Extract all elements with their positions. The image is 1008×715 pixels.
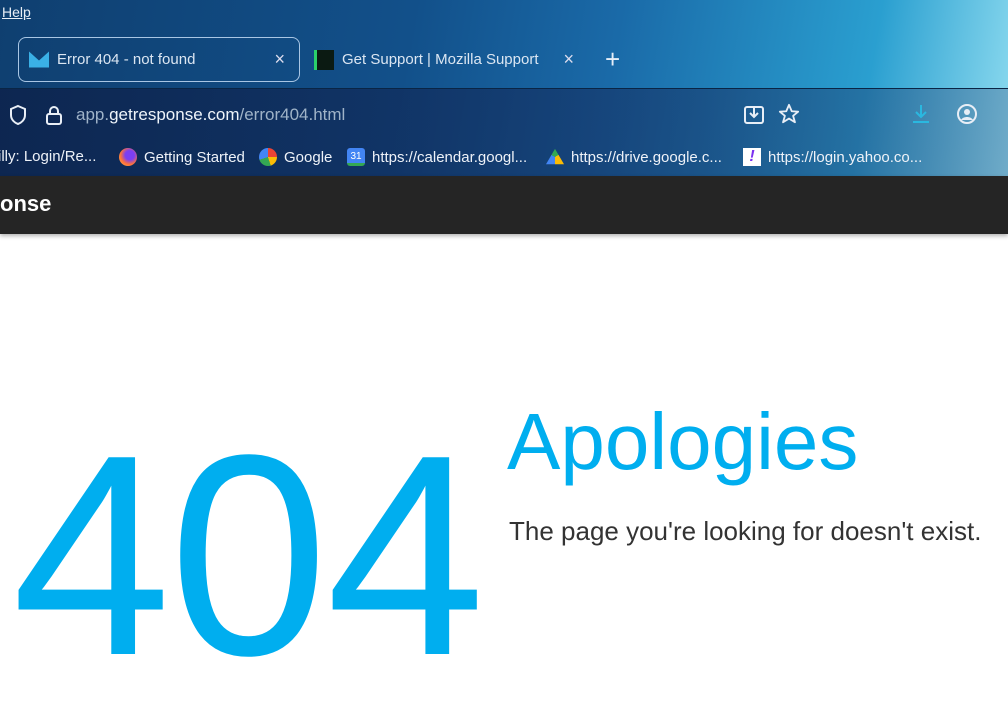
error-message: The page you're looking for doesn't exis… — [509, 516, 982, 546]
divider — [0, 88, 1008, 89]
bookmark-drive[interactable]: https://drive.google.c... — [546, 148, 722, 166]
yahoo-icon: ! — [743, 148, 761, 166]
close-tab-icon[interactable]: × — [563, 49, 574, 70]
bookmark-item[interactable]: illy: Login/Re... — [0, 148, 96, 165]
getresponse-logo[interactable]: onse — [0, 191, 51, 217]
browser-chrome: Help Error 404 - not found × Get Support… — [0, 0, 1008, 176]
tab-label: Error 404 - not found — [57, 51, 196, 68]
account-icon[interactable] — [956, 103, 978, 131]
close-tab-icon[interactable]: × — [274, 49, 285, 70]
shield-icon[interactable] — [8, 104, 28, 132]
error-title: Apologies — [507, 397, 859, 486]
bookmark-calendar[interactable]: 31 https://calendar.googl... — [347, 148, 527, 166]
tab-error-404[interactable]: Error 404 - not found × — [18, 37, 300, 82]
mail-icon — [29, 51, 49, 68]
google-icon — [259, 148, 277, 166]
mozilla-support-icon — [314, 49, 334, 70]
bookmark-yahoo[interactable]: ! https://login.yahoo.co... — [743, 148, 922, 166]
google-drive-icon — [546, 148, 564, 165]
lock-icon[interactable] — [44, 104, 64, 132]
firefox-icon — [119, 148, 137, 166]
downloads-icon[interactable] — [910, 103, 932, 131]
save-to-pocket-icon[interactable] — [743, 104, 765, 132]
google-calendar-icon: 31 — [347, 148, 365, 166]
tab-mozilla-support[interactable]: Get Support | Mozilla Support × — [314, 37, 584, 82]
url-bar[interactable]: app.getresponse.com/error404.html — [76, 105, 345, 125]
error-code: 404 — [12, 395, 485, 715]
site-header: onse — [0, 176, 1008, 234]
new-tab-button[interactable]: + — [605, 44, 620, 75]
bookmark-getting-started[interactable]: Getting Started — [119, 148, 245, 166]
bookmark-star-icon[interactable] — [778, 103, 800, 131]
bookmark-google[interactable]: Google — [259, 148, 332, 166]
menu-help[interactable]: Help — [2, 4, 31, 20]
tab-label: Get Support | Mozilla Support — [342, 51, 539, 68]
